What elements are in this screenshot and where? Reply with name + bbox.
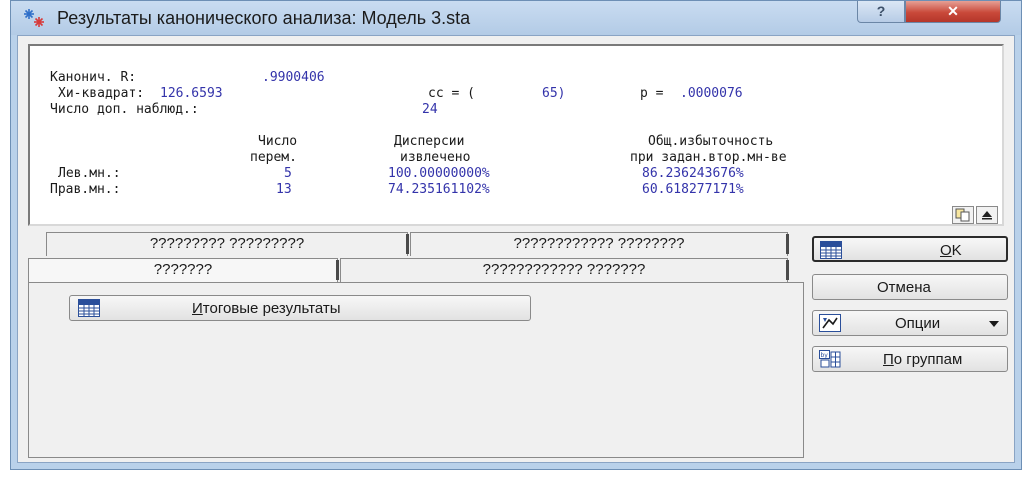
row-left-redundancy: 86.236243676% xyxy=(642,166,744,181)
close-button[interactable]: ✕ xyxy=(905,1,1001,23)
svg-text:by: by xyxy=(821,352,829,359)
results-output: Канонич. R: .9900406 Хи-квадрат: 126.659… xyxy=(28,44,1004,226)
chevron-down-icon xyxy=(989,321,999,327)
col-redundancy-header-1: Общ.избыточность xyxy=(648,134,774,149)
row-left-variance: 100.00000000% xyxy=(388,166,490,181)
summary-icon xyxy=(820,241,842,259)
row-right-vars: 13 xyxy=(276,182,292,197)
obs-label: Число доп. наблюд.: xyxy=(50,102,199,117)
summary-results-button[interactable]: Итоговые результаты xyxy=(69,295,531,321)
p-value: .0000076 xyxy=(680,86,743,101)
row-left-label: Лев.мн.: xyxy=(58,166,121,181)
tab-row2-1[interactable]: ??????? xyxy=(28,258,338,282)
tab-divider xyxy=(336,260,339,280)
canon-r-value: .9900406 xyxy=(262,70,325,85)
by-group-icon: by xyxy=(819,350,841,368)
tab-row2-2[interactable]: ???????????? ??????? xyxy=(340,258,788,282)
tab-divider xyxy=(786,260,789,280)
col-variance-header-2: извлечено xyxy=(400,150,471,165)
tab-divider xyxy=(786,234,789,254)
summary-results-label: Итоговые результаты xyxy=(192,300,341,317)
col-variance-header-1: Дисперсии xyxy=(394,134,465,149)
tab-row1-2[interactable]: ???????????? ???????? xyxy=(410,232,788,256)
cancel-label: Отмена xyxy=(877,279,931,296)
by-groups-button[interactable]: by По группам xyxy=(812,346,1008,372)
chi-value: 126.6593 xyxy=(160,86,223,101)
client-area: Канонич. R: .9900406 Хи-квадрат: 126.659… xyxy=(17,35,1015,463)
ok-label: OK xyxy=(940,242,962,259)
col-vars-header-1: Число xyxy=(258,134,298,149)
tab-panel: Итоговые результаты xyxy=(28,282,804,458)
row-right-variance: 74.235161102% xyxy=(388,182,490,197)
df-label: cc = ( xyxy=(428,86,475,101)
row-left-vars: 5 xyxy=(284,166,292,181)
tab-row1-1[interactable]: ????????? ????????? xyxy=(46,232,408,256)
tab-divider xyxy=(406,234,409,254)
col-redundancy-header-2: при задан.втор.мн-ве xyxy=(630,150,787,165)
app-icon xyxy=(24,9,44,27)
options-label: Опции xyxy=(895,315,941,332)
summary-icon xyxy=(78,299,100,317)
ok-button[interactable]: OK xyxy=(812,236,1008,262)
dialog-window: Результаты канонического анализа: Модель… xyxy=(10,0,1022,470)
cancel-button[interactable]: Отмена xyxy=(812,274,1008,300)
title-bar[interactable]: Результаты канонического анализа: Модель… xyxy=(11,1,1021,35)
col-vars-header-2: перем. xyxy=(250,150,297,165)
copy-icon[interactable] xyxy=(952,206,974,224)
options-icon xyxy=(819,314,841,332)
chi-label: Хи-квадрат: xyxy=(58,86,145,101)
options-button[interactable]: Опции xyxy=(812,310,1008,336)
help-button[interactable]: ? xyxy=(857,1,905,23)
p-label: p = xyxy=(640,86,664,101)
row-right-label: Прав.мн.: xyxy=(50,182,121,197)
canon-r-label: Канонич. R: xyxy=(50,70,137,85)
df-value: 65) xyxy=(542,86,566,101)
scroll-up-icon[interactable] xyxy=(976,206,998,224)
by-groups-label: По группам xyxy=(883,351,963,368)
window-title: Результаты канонического анализа: Модель… xyxy=(57,8,471,28)
row-right-redundancy: 60.618277171% xyxy=(642,182,744,197)
obs-value: 24 xyxy=(422,102,438,117)
